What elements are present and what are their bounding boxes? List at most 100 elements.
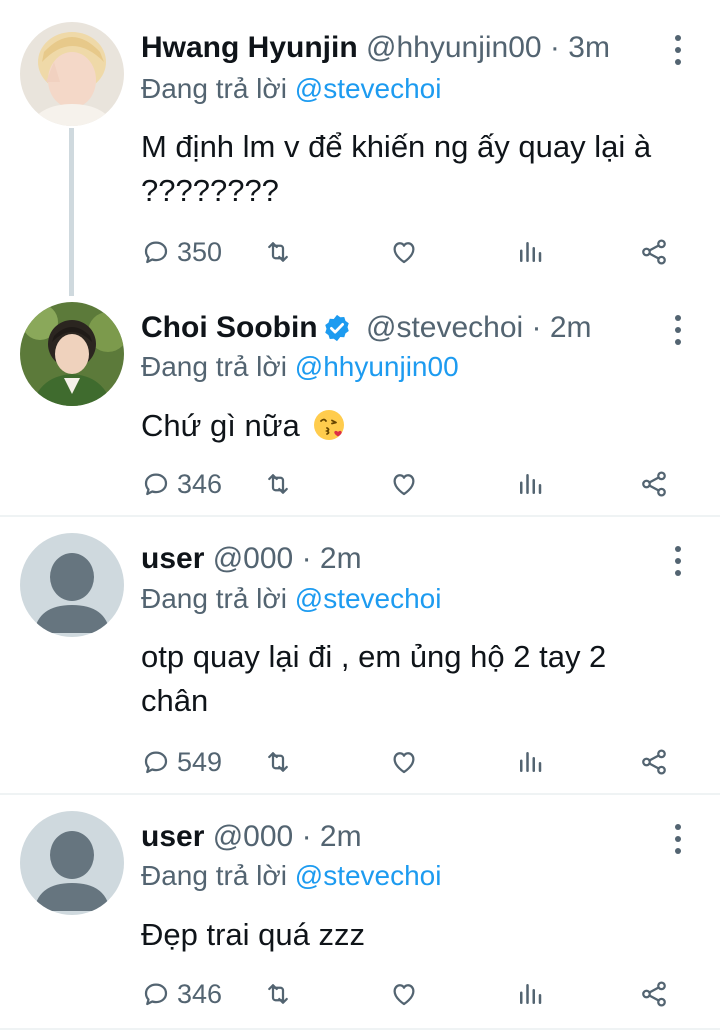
reply-button[interactable]: 549 <box>141 740 222 784</box>
views-button[interactable] <box>515 972 545 1016</box>
share-button[interactable] <box>639 230 669 274</box>
avatar[interactable] <box>20 302 124 406</box>
display-name[interactable]: Hwang Hyunjin <box>141 31 358 64</box>
kissing-face-emoji <box>314 410 345 440</box>
like-icon <box>393 984 415 1006</box>
retweet-icon <box>268 752 288 772</box>
retweet-button[interactable] <box>263 462 293 506</box>
reply-count: 346 <box>177 978 223 1009</box>
tweet-1[interactable]: Hwang Hyunjin @hhyunjin00 · 3m Đang trả … <box>0 0 720 296</box>
mention-link[interactable]: @hhyunjin00 <box>295 351 459 382</box>
reply-button[interactable]: 346 <box>141 462 222 506</box>
mention-link[interactable]: @stevechoi <box>295 583 442 614</box>
retweet-icon <box>268 242 288 262</box>
like-icon <box>393 474 415 496</box>
share-icon <box>642 981 666 1007</box>
reply-icon <box>144 241 168 264</box>
user-handle[interactable]: @stevechoi <box>366 311 523 344</box>
user-handle[interactable]: @hhyunjin00 <box>366 31 542 64</box>
more-options-icon[interactable] <box>666 32 690 72</box>
tweet-4[interactable]: user @000 · 2m Đang trả lời @stevechoi Đ… <box>0 795 720 1035</box>
separator-dot: · <box>293 820 320 853</box>
tweet-text-container: Chứ gì nữa <box>141 404 681 448</box>
views-icon <box>520 752 542 772</box>
reply-count: 549 <box>177 746 223 777</box>
retweet-button[interactable] <box>263 740 293 784</box>
tweet-text: otp quay lại đi , em ủng hộ 2 tay 2 chân <box>141 639 607 718</box>
share-icon <box>642 749 666 775</box>
reply-count: 346 <box>177 468 223 499</box>
views-icon <box>520 242 542 262</box>
reply-icon <box>144 751 168 774</box>
views-button[interactable] <box>515 462 545 506</box>
tweet-header: Hwang Hyunjin @hhyunjin00 · 3m <box>141 30 610 66</box>
views-button[interactable] <box>515 230 545 274</box>
reply-icon <box>144 983 168 1006</box>
share-icon <box>642 471 666 497</box>
reply-count: 350 <box>177 236 223 267</box>
like-button[interactable] <box>389 230 419 274</box>
display-name[interactable]: user <box>141 820 204 853</box>
more-options-icon[interactable] <box>666 312 690 352</box>
retweet-button[interactable] <box>263 972 293 1016</box>
default-avatar[interactable] <box>20 811 124 915</box>
thread-line <box>69 128 74 296</box>
default-avatar[interactable] <box>20 533 124 637</box>
views-icon <box>520 474 542 494</box>
tweet-3[interactable]: user @000 · 2m Đang trả lời @stevechoi o… <box>0 517 720 793</box>
views-icon <box>520 984 542 1004</box>
share-icon <box>642 239 666 265</box>
timestamp[interactable]: 2m <box>550 311 592 344</box>
replying-prefix: Đang trả lời <box>141 351 295 382</box>
replying-to: Đang trả lời @stevechoi <box>141 582 441 616</box>
display-name[interactable]: Choi Soobin <box>141 311 318 344</box>
display-name[interactable]: user <box>141 542 204 575</box>
share-button[interactable] <box>639 462 669 506</box>
action-bar: 350 <box>141 230 681 274</box>
like-button[interactable] <box>389 462 419 506</box>
like-icon <box>393 752 415 774</box>
timestamp[interactable]: 3m <box>568 31 610 64</box>
share-button[interactable] <box>639 740 669 784</box>
replying-to: Đang trả lời @stevechoi <box>141 72 441 106</box>
replying-prefix: Đang trả lời <box>141 860 295 891</box>
action-bar: 346 <box>141 462 681 506</box>
share-button[interactable] <box>639 972 669 1016</box>
replying-prefix: Đang trả lời <box>141 73 295 104</box>
reply-icon <box>144 473 168 496</box>
tweet-2[interactable]: Choi Soobin @stevechoi · 2m Đang trả lời… <box>0 290 720 515</box>
tweet-header: Choi Soobin @stevechoi · 2m <box>141 310 592 346</box>
reply-button[interactable]: 350 <box>141 230 222 274</box>
separator-dot: · <box>523 311 550 344</box>
mention-link[interactable]: @stevechoi <box>295 73 442 104</box>
more-options-icon[interactable] <box>666 821 690 861</box>
reply-button[interactable]: 346 <box>141 972 222 1016</box>
user-handle[interactable]: @000 <box>213 820 294 853</box>
divider <box>0 1028 720 1030</box>
retweet-button[interactable] <box>263 230 293 274</box>
avatar[interactable] <box>20 22 124 126</box>
tweet-header: user @000 · 2m <box>141 819 362 855</box>
like-button[interactable] <box>389 972 419 1016</box>
user-handle[interactable]: @000 <box>213 542 294 575</box>
like-icon <box>393 242 415 264</box>
replying-to: Đang trả lời @hhyunjin00 <box>141 350 459 384</box>
like-button[interactable] <box>389 740 419 784</box>
more-options-icon[interactable] <box>666 543 690 583</box>
replying-to: Đang trả lời @stevechoi <box>141 859 441 893</box>
tweet-text: Đẹp trai quá zzz <box>141 917 365 952</box>
mention-link[interactable]: @stevechoi <box>295 860 442 891</box>
views-button[interactable] <box>515 740 545 784</box>
timestamp[interactable]: 2m <box>320 542 362 575</box>
tweet-text: Chứ gì nữa <box>141 408 300 443</box>
action-bar: 549 <box>141 740 681 784</box>
retweet-icon <box>268 474 288 494</box>
timestamp[interactable]: 2m <box>320 820 362 853</box>
tweet-text: M định lm v để khiến ng ấy quay lại à ??… <box>141 129 652 208</box>
verified-badge-icon <box>324 314 349 342</box>
retweet-icon <box>268 984 288 1004</box>
tweet-header: user @000 · 2m <box>141 541 362 577</box>
replying-prefix: Đang trả lời <box>141 583 295 614</box>
separator-dot: · <box>293 542 320 575</box>
action-bar: 346 <box>141 972 681 1016</box>
